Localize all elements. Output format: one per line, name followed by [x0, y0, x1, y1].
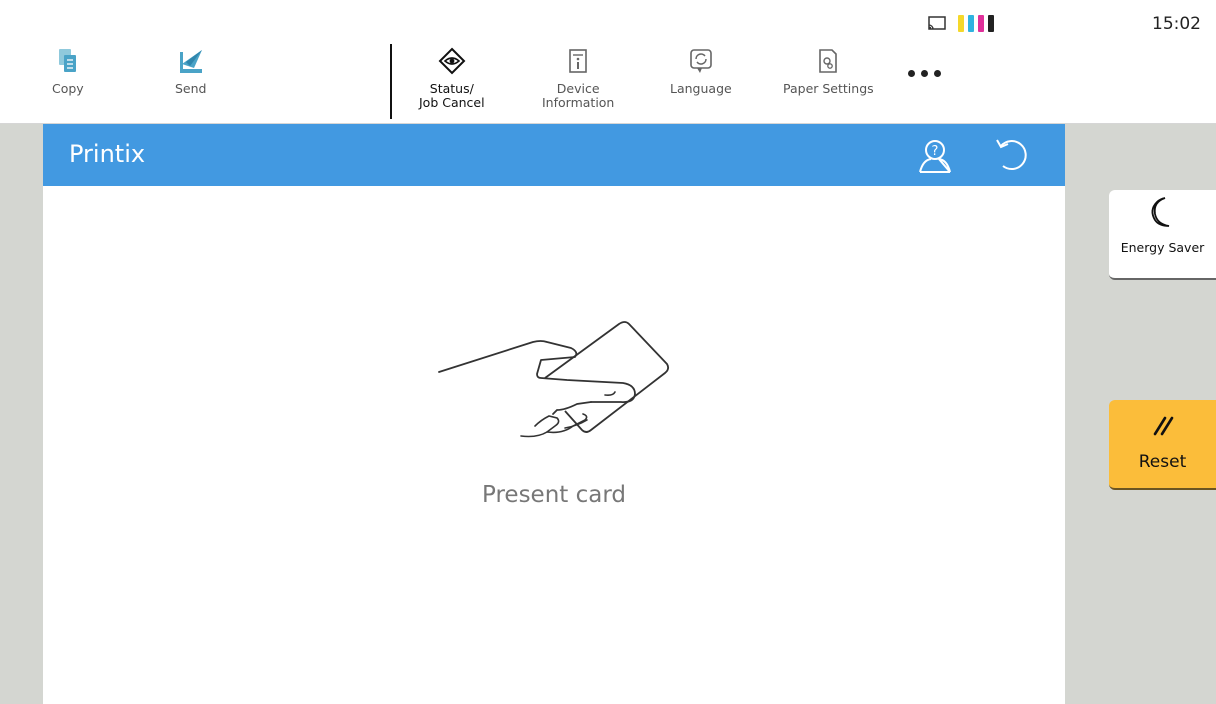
more-dot: [921, 70, 928, 77]
nav-status-label-2: Job Cancel: [419, 95, 485, 110]
nav-device-label-1: Device: [556, 81, 600, 96]
nav-paper-label: Paper Settings: [783, 81, 874, 96]
svg-text:?: ?: [932, 144, 939, 159]
cast-icon: [928, 16, 946, 30]
energy-saver-label: Energy Saver: [1120, 240, 1205, 255]
status-icons: [928, 14, 994, 32]
language-icon: [688, 44, 714, 78]
info-icon: [567, 44, 589, 78]
nav-device-information[interactable]: Device Information: [542, 44, 614, 110]
nav-language[interactable]: Language: [670, 44, 732, 96]
panel-header: Printix ?: [43, 124, 1065, 186]
nav-send-label: Send: [175, 81, 207, 96]
reset-button[interactable]: Reset: [1109, 400, 1216, 490]
toner-cyan: [968, 14, 974, 32]
nav-status-label-1: Status/: [429, 81, 474, 96]
back-button[interactable]: [991, 136, 1031, 176]
printix-panel: Printix ? Present card: [43, 124, 1065, 704]
help-user-icon: ?: [919, 140, 951, 173]
top-bar: 15:02 Copy Send Status/ Job Cancel Devic…: [0, 0, 1216, 124]
more-icon[interactable]: [908, 70, 941, 77]
moon-icon: [1151, 197, 1169, 227]
back-icon: [996, 139, 1027, 171]
reset-slash-icon: [1153, 416, 1173, 436]
nav-divider: [390, 44, 392, 119]
more-dot: [934, 70, 941, 77]
reset-label: Reset: [1138, 452, 1187, 472]
present-card-message: Present card: [482, 482, 626, 508]
nav-send[interactable]: Send: [175, 44, 206, 96]
energy-saver-button[interactable]: Energy Saver: [1109, 190, 1216, 280]
status-eye-icon: [438, 44, 466, 78]
toner-magenta: [978, 14, 984, 32]
nav-copy[interactable]: Copy: [52, 44, 84, 96]
help-user-button[interactable]: ?: [915, 136, 955, 176]
nav-language-label: Language: [670, 81, 732, 96]
nav-paper-settings[interactable]: Paper Settings: [783, 44, 874, 96]
main-area: Printix ? Present card Energy Saver Rese…: [0, 124, 1216, 704]
page-title: Printix: [69, 140, 146, 168]
nav-status-job-cancel[interactable]: Status/ Job Cancel: [419, 44, 485, 110]
nav-device-label-2: Information: [542, 95, 615, 110]
hand-card-icon: [438, 321, 670, 438]
toner-yellow: [958, 14, 964, 32]
clock: 15:02: [1152, 14, 1201, 34]
paper-settings-icon: [816, 44, 840, 78]
copy-icon: [57, 44, 79, 78]
send-icon: [176, 44, 206, 78]
nav-copy-label: Copy: [52, 81, 84, 96]
toner-black: [988, 14, 994, 32]
more-dot: [908, 70, 915, 77]
